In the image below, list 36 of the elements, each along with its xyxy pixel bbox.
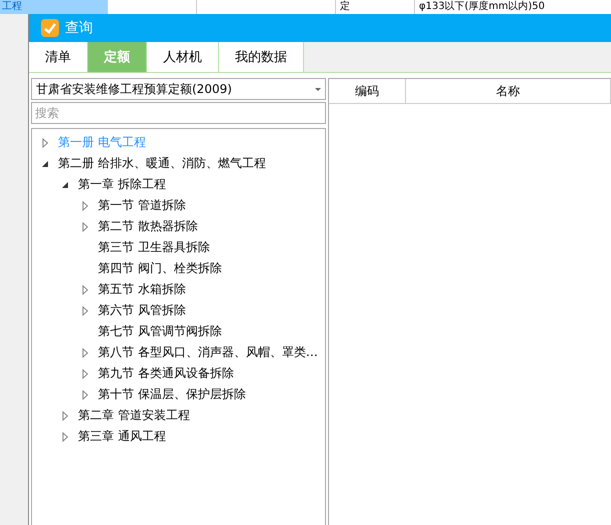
app-logo-icon [41, 19, 59, 37]
collapse-arrow-icon[interactable] [40, 158, 50, 168]
tree-item[interactable]: 第三节 卫生器具拆除 [98, 239, 210, 256]
expand-arrow-icon[interactable] [60, 410, 70, 420]
tree-item[interactable]: 第一节 管道拆除 [98, 197, 186, 214]
tree-item[interactable]: 第五节 水箱拆除 [98, 281, 186, 298]
tree-item[interactable]: 第八节 各型风口、消声器、风帽、罩类… [98, 344, 318, 361]
expand-arrow-icon[interactable] [40, 138, 50, 148]
column-header[interactable]: 名称 [406, 79, 611, 103]
selected-list-item[interactable]: 工程 [0, 0, 107, 14]
tab[interactable]: 我的数据 [219, 42, 304, 72]
expand-arrow-icon[interactable] [60, 432, 70, 442]
expand-arrow-icon[interactable] [80, 200, 90, 210]
tab[interactable]: 清单 [29, 42, 88, 72]
column-header[interactable]: 编码 [329, 79, 406, 103]
tree-item[interactable]: 第九节 各类通风设备拆除 [98, 365, 234, 382]
library-dropdown[interactable]: 甘肃省安装维修工程预算定额(2009) [31, 78, 326, 100]
search-field[interactable]: 搜索 [31, 102, 326, 124]
tree-item[interactable]: 第二册 给排水、暖通、消防、燃气工程 [58, 155, 266, 172]
tree-item[interactable]: 第三章 通风工程 [78, 428, 166, 445]
expand-arrow-icon[interactable] [80, 284, 90, 294]
tree-item[interactable]: 第六节 风管拆除 [98, 302, 186, 319]
window-title: 查询 [65, 19, 93, 37]
tree-item[interactable]: 第十节 保温层、保护层拆除 [98, 386, 246, 403]
tree-item[interactable]: 第七节 风管调节阀拆除 [98, 323, 222, 340]
tree-item[interactable]: 第四节 阀门、栓类拆除 [98, 260, 222, 277]
expand-arrow-icon[interactable] [80, 348, 90, 358]
collapse-arrow-icon[interactable] [60, 180, 70, 190]
expand-arrow-icon[interactable] [80, 368, 90, 378]
expand-arrow-icon[interactable] [80, 390, 90, 400]
expand-arrow-icon[interactable] [80, 306, 90, 316]
expand-arrow-icon[interactable] [80, 222, 90, 232]
tree-item[interactable]: 第一章 拆除工程 [78, 176, 166, 193]
tree-item[interactable]: 第二节 散热器拆除 [98, 218, 198, 235]
tab[interactable]: 人材机 [147, 42, 219, 72]
tree-item[interactable]: 第二章 管道安装工程 [78, 407, 190, 424]
